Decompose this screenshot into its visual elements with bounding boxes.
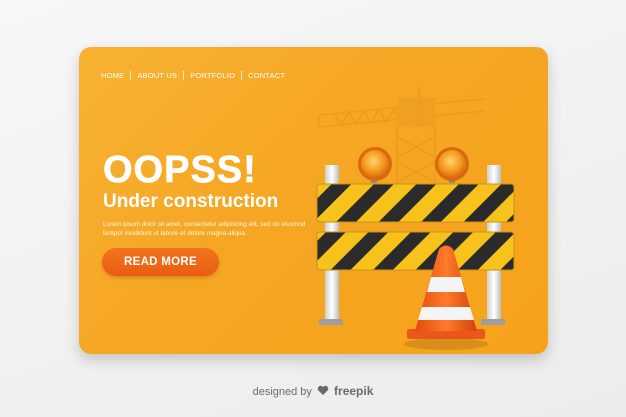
designed-by-text: designed by: [252, 386, 312, 398]
warning-light-icon: [358, 147, 392, 183]
read-more-button[interactable]: READ MORE: [102, 248, 219, 276]
page-subtitle: Under construction: [103, 191, 279, 212]
nav-portfolio[interactable]: PORTFOLIO: [190, 71, 243, 80]
construction-illustration: [316, 87, 515, 350]
page-title: OOPSS!: [103, 149, 257, 191]
top-nav: HOME ABOUT US PORTFOLIO CONTACT: [101, 71, 297, 80]
landing-card: HOME ABOUT US PORTFOLIO CONTACT OOPSS! U…: [79, 47, 548, 354]
freepik-brand[interactable]: freepik: [334, 384, 373, 398]
construction-crane-icon: [318, 87, 485, 197]
nav-home[interactable]: HOME: [101, 71, 132, 80]
warning-light-icon: [435, 147, 469, 183]
barricade-icon: [316, 165, 515, 325]
nav-about-us[interactable]: ABOUT US: [137, 71, 185, 80]
footer-credit: designed by freepik: [0, 384, 626, 399]
freepik-logo-icon: [317, 385, 329, 399]
